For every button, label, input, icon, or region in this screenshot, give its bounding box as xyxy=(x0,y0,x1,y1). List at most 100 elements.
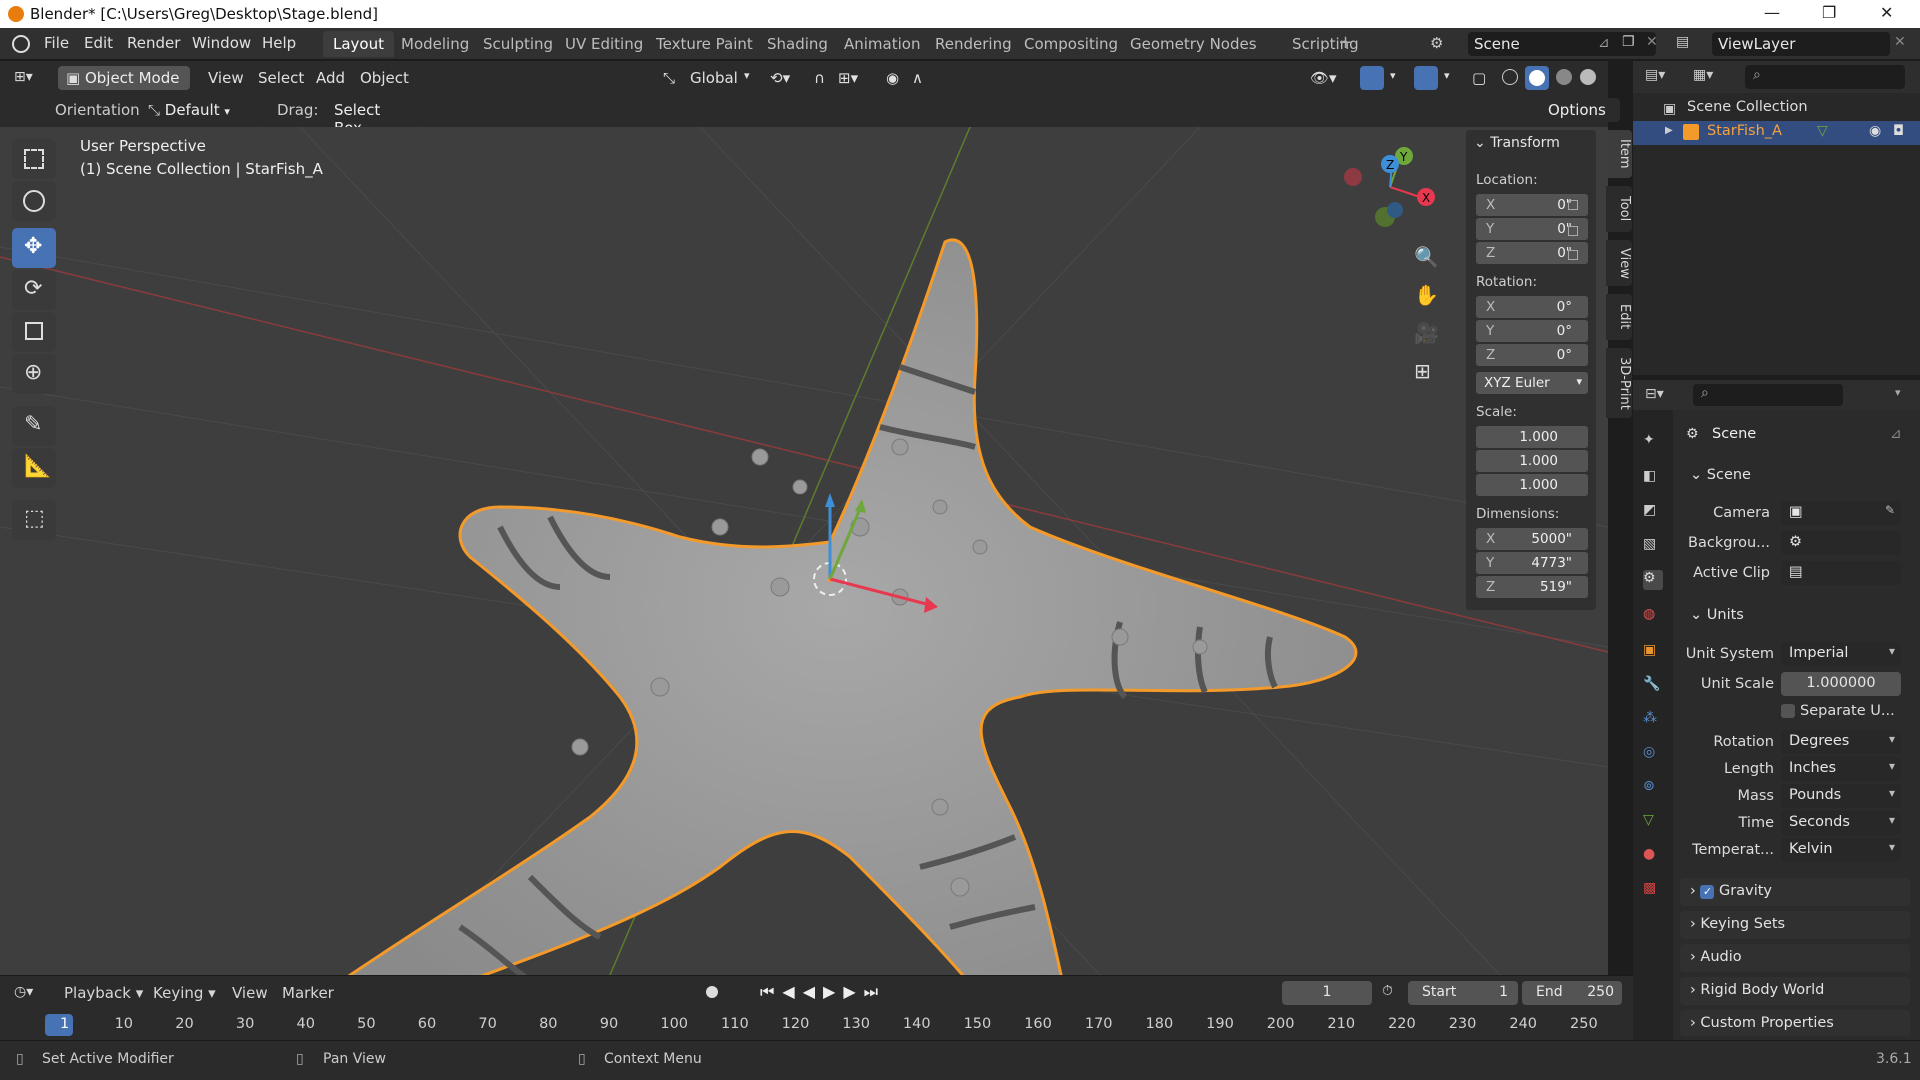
chevron-down-icon[interactable]: ▾ xyxy=(1895,386,1901,399)
chevron-down-icon[interactable]: ▾ xyxy=(1390,69,1396,82)
gizmo-toggle-icon[interactable] xyxy=(1360,66,1384,90)
outliner-search-input[interactable]: ⌕ xyxy=(1745,65,1905,89)
delete-scene-icon[interactable]: ✕ xyxy=(1646,34,1658,50)
scale-z-field[interactable]: 1.000 xyxy=(1476,474,1588,496)
unit-system-dropdown[interactable]: Imperial ▾ xyxy=(1781,642,1901,666)
gravity-checkbox[interactable]: ✓ xyxy=(1700,885,1715,899)
expand-arrow-icon[interactable]: ▶ xyxy=(1665,125,1673,136)
tab-rendering[interactable]: Rendering xyxy=(925,31,1022,57)
scale-tool[interactable] xyxy=(12,312,56,352)
add-cube-tool[interactable]: ⬚ xyxy=(12,500,56,540)
add-workspace-icon[interactable]: + xyxy=(1338,32,1353,53)
camera-render-icon[interactable]: ◘ xyxy=(1893,123,1904,139)
visibility-icon[interactable]: 👁▾ xyxy=(1310,69,1337,87)
background-field[interactable]: ⚙ xyxy=(1781,531,1901,555)
units-section-header[interactable]: ⌄ Units xyxy=(1680,602,1910,630)
new-scene-icon[interactable]: ❐ xyxy=(1622,34,1635,50)
lock-icon[interactable] xyxy=(1568,250,1578,260)
constraints-tab-icon[interactable]: ⊚ xyxy=(1643,778,1663,798)
scene-section-header[interactable]: ⌄ Scene xyxy=(1680,462,1910,490)
camera-view-icon[interactable]: 🎥 xyxy=(1414,321,1439,345)
annotate-tool[interactable]: ✎ xyxy=(12,406,56,446)
time-dropdown[interactable]: Seconds ▾ xyxy=(1781,811,1901,835)
scene-tab-icon[interactable]: ⚙ xyxy=(1643,570,1663,590)
transform-header[interactable]: ⌄ Transform xyxy=(1474,135,1560,151)
measure-tool[interactable]: 📐 xyxy=(12,448,56,488)
material-tab-icon[interactable]: ● xyxy=(1643,846,1663,866)
chevron-down-icon[interactable]: ▾ xyxy=(744,69,750,82)
mode-dropdown[interactable]: ▣ Object Mode ▾ xyxy=(58,66,190,104)
falloff-icon[interactable]: ∧ xyxy=(912,69,923,87)
filter-mode-icon[interactable]: ▦▾ xyxy=(1693,67,1713,83)
tab-layout[interactable]: Layout xyxy=(323,31,394,57)
delete-view-layer-icon[interactable]: ✕ xyxy=(1894,34,1906,50)
navigation-gizmo[interactable]: X Y Z xyxy=(1330,142,1450,242)
rotation-units-dropdown[interactable]: Degrees ▾ xyxy=(1781,730,1901,754)
rotate-tool[interactable]: ⟳ xyxy=(12,270,56,310)
tab-shading[interactable]: Shading xyxy=(757,31,838,57)
starfish-mesh[interactable] xyxy=(320,238,1358,975)
end-frame-field[interactable]: End 250 xyxy=(1522,981,1622,1005)
tab-uv-editing[interactable]: UV Editing xyxy=(555,31,653,57)
world-tab-icon[interactable]: ◍ xyxy=(1643,606,1663,626)
xray-icon[interactable]: ▢ xyxy=(1472,69,1486,87)
keying-sets-section[interactable]: › Keying Sets xyxy=(1680,911,1910,939)
mass-dropdown[interactable]: Pounds ▾ xyxy=(1781,784,1901,808)
ortho-grid-icon[interactable]: ⊞ xyxy=(1414,359,1431,383)
unit-scale-field[interactable]: 1.000000 xyxy=(1781,672,1901,696)
drag-dropdown[interactable]: Select Box ▾ xyxy=(326,98,420,137)
tab-view[interactable]: View xyxy=(1606,240,1632,286)
start-frame-field[interactable]: Start 1 xyxy=(1408,981,1518,1005)
tab-sculpting[interactable]: Sculpting xyxy=(473,31,563,57)
menu-select[interactable]: Select xyxy=(258,69,304,87)
lock-icon[interactable] xyxy=(1568,200,1578,210)
options-dropdown[interactable]: Options ▾ xyxy=(1540,98,1620,136)
solid-shading-icon[interactable] xyxy=(1525,66,1549,90)
data-tab-icon[interactable]: ▽ xyxy=(1643,812,1663,832)
tab-texture-paint[interactable]: Texture Paint xyxy=(646,31,763,57)
custom-properties-section[interactable]: › Custom Properties xyxy=(1680,1010,1910,1036)
overlay-toggle-icon[interactable] xyxy=(1414,66,1438,90)
rendered-shading-icon[interactable] xyxy=(1580,69,1596,85)
editor-type-icon[interactable]: ⊞▾ xyxy=(14,69,33,85)
transform-tool[interactable]: ⊕ xyxy=(12,354,56,394)
orientation-dropdown[interactable]: ⤡ Default ▾ xyxy=(140,98,260,122)
tab-3d-print[interactable]: 3D-Print xyxy=(1606,348,1632,418)
close-icon[interactable]: ✕ xyxy=(1880,3,1893,22)
timeline-menu-view[interactable]: View xyxy=(232,984,268,1002)
rotation-mode-dropdown[interactable]: XYZ Euler ▾ xyxy=(1476,372,1588,394)
particles-tab-icon[interactable]: ⁂ xyxy=(1643,710,1663,730)
3d-viewport[interactable]: User Perspective (1) Scene Collection | … xyxy=(0,127,1608,975)
dimension-x-field[interactable]: X 5000" xyxy=(1476,528,1588,550)
snap-icon[interactable]: ∩ xyxy=(814,69,825,87)
menu-edit[interactable]: Edit xyxy=(84,34,113,52)
timeline-menu-keying[interactable]: Keying ▾ xyxy=(153,984,216,1002)
tab-animation[interactable]: Animation xyxy=(834,31,930,57)
rigid-body-world-section[interactable]: › Rigid Body World xyxy=(1680,977,1910,1005)
material-shading-icon[interactable] xyxy=(1556,69,1572,85)
timeline-menu-playback[interactable]: Playback ▾ xyxy=(64,984,143,1002)
texture-tab-icon[interactable]: ▩ xyxy=(1643,880,1663,900)
eye-icon[interactable]: ◉ xyxy=(1869,123,1881,139)
tab-compositing[interactable]: Compositing xyxy=(1014,31,1128,57)
display-mode-icon[interactable]: ▤▾ xyxy=(1645,67,1665,83)
transform-orientation[interactable]: Global xyxy=(690,69,738,87)
record-icon[interactable] xyxy=(706,986,718,998)
tab-tool[interactable]: Tool xyxy=(1606,186,1632,232)
viewport-scene[interactable] xyxy=(0,127,1608,975)
length-dropdown[interactable]: Inches ▾ xyxy=(1781,757,1901,781)
scene-collection-label[interactable]: Scene Collection xyxy=(1687,99,1808,115)
render-tab-icon[interactable]: ◧ xyxy=(1643,468,1663,488)
lock-icon[interactable] xyxy=(1568,226,1578,236)
properties-search-input[interactable]: ⌕ xyxy=(1693,384,1843,406)
tab-item[interactable]: Item xyxy=(1606,130,1632,178)
menu-object[interactable]: Object xyxy=(360,69,409,87)
restore-icon[interactable]: ❐ xyxy=(1822,3,1836,22)
scene-icon[interactable]: ⚙ xyxy=(1430,34,1450,54)
editor-type-icon[interactable]: ⊟▾ xyxy=(1645,386,1664,402)
separate-units-checkbox[interactable] xyxy=(1781,704,1795,718)
menu-view[interactable]: View xyxy=(208,69,244,87)
current-frame-field[interactable]: 1 xyxy=(1282,981,1372,1005)
mesh-data-icon[interactable]: ▽ xyxy=(1817,123,1828,139)
menu-render[interactable]: Render xyxy=(127,34,180,52)
